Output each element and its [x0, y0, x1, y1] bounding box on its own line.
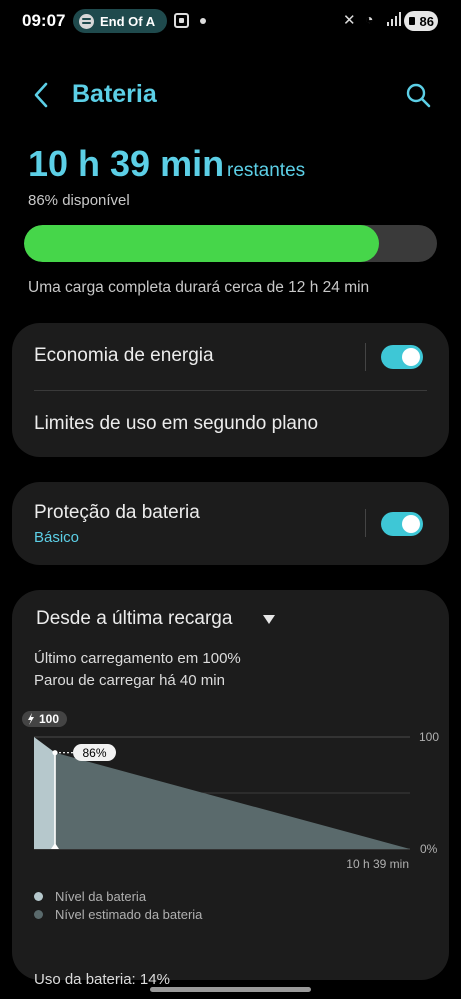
- available-percent: 86% disponível: [28, 192, 130, 209]
- actual-level-area: [34, 737, 55, 849]
- y-tick-top: 100: [419, 730, 439, 744]
- toggle-separator: [365, 509, 366, 537]
- battery-protection-card: Proteção da bateria Básico: [12, 482, 449, 565]
- notification-dot-icon: [200, 18, 206, 24]
- start-level-label: 100: [39, 712, 59, 726]
- remaining-label: restantes: [227, 160, 306, 181]
- y-tick-bottom: 0%: [420, 842, 438, 856]
- current-level-label: 86%: [82, 746, 106, 760]
- battery-protection-mode: Básico: [34, 529, 80, 546]
- current-level-dot: [52, 750, 58, 756]
- legend-estimated-swatch: [34, 910, 43, 919]
- row-divider: [34, 390, 427, 391]
- full-charge-estimate: Uma carga completa durará cerca de 12 h …: [28, 279, 370, 296]
- status-bar: 09:07 End Of A ✕ ◔ 86: [0, 0, 461, 44]
- legend-actual-label: Nível da bateria: [55, 889, 147, 904]
- signal-icon: [387, 12, 401, 26]
- battery-level-chart: 100 86% 100 0% 10 h 39 min: [22, 711, 439, 871]
- search-icon[interactable]: [404, 81, 432, 109]
- media-chip[interactable]: End Of A: [73, 9, 167, 33]
- battery-protection-toggle[interactable]: [381, 512, 423, 536]
- battery-usage-text: Uso da bateria: 14%: [34, 971, 170, 988]
- legend-actual-swatch: [34, 892, 43, 901]
- legend-estimated: Nível estimado da bateria: [34, 907, 202, 922]
- battery-level-text: 86: [419, 13, 434, 29]
- status-time: 09:07: [22, 11, 66, 30]
- chevron-left-icon[interactable]: [28, 80, 58, 110]
- page-title: Bateria: [72, 80, 157, 108]
- home-indicator[interactable]: [150, 987, 311, 992]
- background-limits-row[interactable]: Limites de uso em segundo plano: [34, 413, 318, 435]
- screenshot-icon: [174, 13, 189, 28]
- wifi-icon: ◔: [365, 11, 374, 27]
- power-saving-row[interactable]: Economia de energia: [34, 345, 214, 367]
- time-remaining: 10 h 39 min: [28, 143, 225, 184]
- estimated-level-area: [55, 752, 410, 849]
- toggle-separator: [365, 343, 366, 371]
- power-saving-toggle[interactable]: [381, 345, 423, 369]
- spotify-icon: [79, 13, 94, 29]
- mute-icon: ✕: [343, 12, 356, 29]
- x-tick-end: 10 h 39 min: [346, 857, 409, 871]
- battery-usage-card: Desde a última recarga Último carregamen…: [12, 590, 449, 988]
- media-title: End Of A: [100, 13, 156, 29]
- battery-level-bar: [24, 225, 437, 262]
- battery-icon: 86: [404, 11, 438, 31]
- power-settings-card: Economia de energia Limites de uso em se…: [12, 323, 449, 457]
- battery-level-fill: [24, 225, 380, 262]
- legend-estimated-label: Nível estimado da bateria: [55, 907, 203, 922]
- battery-protection-row[interactable]: Proteção da bateria: [34, 502, 200, 524]
- start-level-badge: 100: [22, 711, 67, 727]
- current-level-badge: 86%: [73, 744, 116, 761]
- legend-actual: Nível da bateria: [34, 889, 146, 904]
